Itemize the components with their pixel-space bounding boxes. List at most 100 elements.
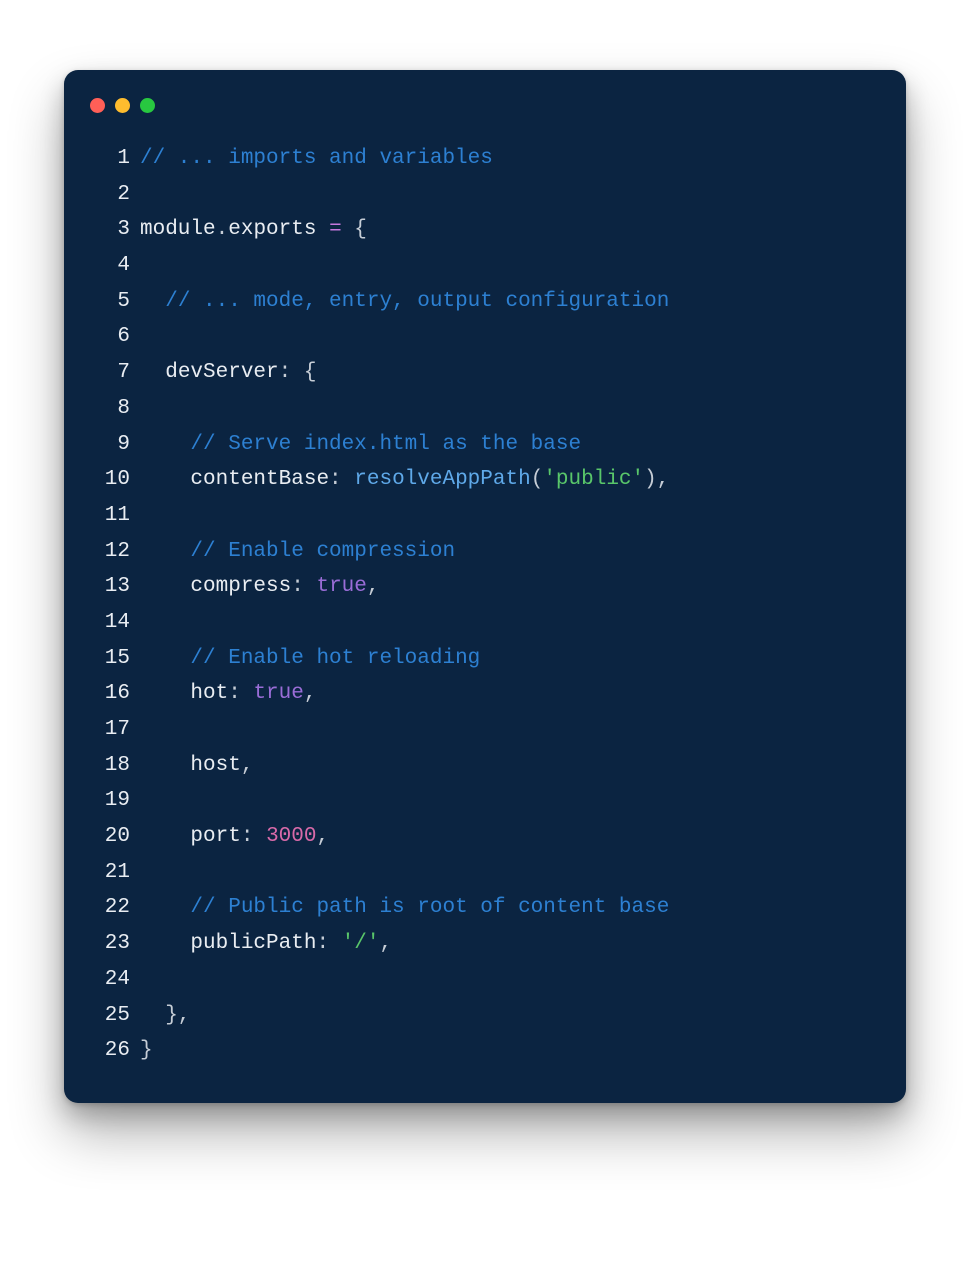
- line-number: 9: [86, 427, 130, 463]
- code-token: [140, 754, 190, 777]
- code-line: 8: [86, 391, 884, 427]
- code-token: {: [342, 218, 367, 241]
- code-token: // Enable hot reloading: [190, 647, 480, 670]
- code-content: publicPath: '/',: [130, 926, 884, 962]
- code-line: 1 // ... imports and variables: [86, 141, 884, 177]
- code-line: 14: [86, 605, 884, 641]
- code-token: host: [190, 754, 240, 777]
- code-content: // Public path is root of content base: [130, 890, 884, 926]
- code-token: [140, 825, 190, 848]
- line-number: 18: [86, 748, 130, 784]
- code-content: // Serve index.html as the base: [130, 427, 884, 463]
- code-token: ,: [316, 825, 329, 848]
- code-token: resolveAppPath: [354, 468, 530, 491]
- code-token: [140, 575, 190, 598]
- code-line: 9 // Serve index.html as the base: [86, 427, 884, 463]
- code-token: : {: [279, 361, 317, 384]
- code-line: 12 // Enable compression: [86, 534, 884, 570]
- code-content: // ... mode, entry, output configuration: [130, 284, 884, 320]
- code-token: ,: [304, 682, 317, 705]
- code-token: // Serve index.html as the base: [190, 433, 581, 456]
- code-line: 22 // Public path is root of content bas…: [86, 890, 884, 926]
- line-number: 2: [86, 177, 130, 213]
- line-number: 11: [86, 498, 130, 534]
- code-token: =: [329, 218, 342, 241]
- code-window: 1// ... imports and variables2 3module.e…: [64, 70, 906, 1103]
- code-token: // Enable compression: [190, 540, 455, 563]
- line-number: 22: [86, 890, 130, 926]
- code-editor: 1// ... imports and variables2 3module.e…: [86, 119, 884, 1069]
- code-content: [130, 177, 884, 213]
- code-token: [140, 468, 190, 491]
- code-content: port: 3000,: [130, 819, 884, 855]
- code-content: [130, 498, 884, 534]
- code-content: [130, 855, 884, 891]
- code-content: contentBase: resolveAppPath('public'),: [130, 462, 884, 498]
- code-line: 16 hot: true,: [86, 676, 884, 712]
- code-token: (: [531, 468, 544, 491]
- code-token: [140, 896, 190, 919]
- line-number: 10: [86, 462, 130, 498]
- code-content: compress: true,: [130, 569, 884, 605]
- code-token: [140, 932, 190, 955]
- code-token: // ... imports and variables: [140, 147, 493, 170]
- code-token: true: [253, 682, 303, 705]
- code-token: ,: [367, 575, 380, 598]
- code-token: compress: [190, 575, 291, 598]
- code-token: '/': [342, 932, 380, 955]
- line-number: 15: [86, 641, 130, 677]
- code-token: exports: [228, 218, 316, 241]
- code-line: 5 // ... mode, entry, output configurati…: [86, 284, 884, 320]
- page-stage: 1// ... imports and variables2 3module.e…: [0, 0, 970, 1278]
- code-token: [316, 218, 329, 241]
- minimize-icon[interactable]: [115, 98, 130, 113]
- zoom-icon[interactable]: [140, 98, 155, 113]
- code-content: [130, 712, 884, 748]
- line-number: 4: [86, 248, 130, 284]
- code-content: // Enable hot reloading: [130, 641, 884, 677]
- code-line: 19: [86, 783, 884, 819]
- line-number: 26: [86, 1033, 130, 1069]
- code-token: port: [190, 825, 240, 848]
- line-number: 8: [86, 391, 130, 427]
- code-content: [130, 248, 884, 284]
- code-content: hot: true,: [130, 676, 884, 712]
- code-content: },: [130, 998, 884, 1034]
- code-token: :: [291, 575, 316, 598]
- code-content: [130, 391, 884, 427]
- line-number: 13: [86, 569, 130, 605]
- line-number: 20: [86, 819, 130, 855]
- code-line: 3module.exports = {: [86, 212, 884, 248]
- line-number: 21: [86, 855, 130, 891]
- code-token: ,: [241, 754, 254, 777]
- code-token: [140, 647, 190, 670]
- code-token: :: [316, 932, 341, 955]
- code-line: 26}: [86, 1033, 884, 1069]
- code-line: 13 compress: true,: [86, 569, 884, 605]
- code-line: 2: [86, 177, 884, 213]
- code-content: [130, 319, 884, 355]
- code-token: true: [316, 575, 366, 598]
- line-number: 1: [86, 141, 130, 177]
- code-token: ,: [379, 932, 392, 955]
- close-icon[interactable]: [90, 98, 105, 113]
- line-number: 12: [86, 534, 130, 570]
- code-token: ),: [644, 468, 669, 491]
- code-line: 11: [86, 498, 884, 534]
- code-token: module: [140, 218, 216, 241]
- window-titlebar: [86, 92, 884, 119]
- code-token: [140, 433, 190, 456]
- code-line: 4: [86, 248, 884, 284]
- line-number: 23: [86, 926, 130, 962]
- line-number: 6: [86, 319, 130, 355]
- code-line: 15 // Enable hot reloading: [86, 641, 884, 677]
- code-content: // Enable compression: [130, 534, 884, 570]
- line-number: 17: [86, 712, 130, 748]
- code-line: 10 contentBase: resolveAppPath('public')…: [86, 462, 884, 498]
- code-token: [140, 290, 165, 313]
- code-line: 18 host,: [86, 748, 884, 784]
- line-number: 3: [86, 212, 130, 248]
- code-token: hot: [190, 682, 228, 705]
- line-number: 7: [86, 355, 130, 391]
- code-token: 3000: [266, 825, 316, 848]
